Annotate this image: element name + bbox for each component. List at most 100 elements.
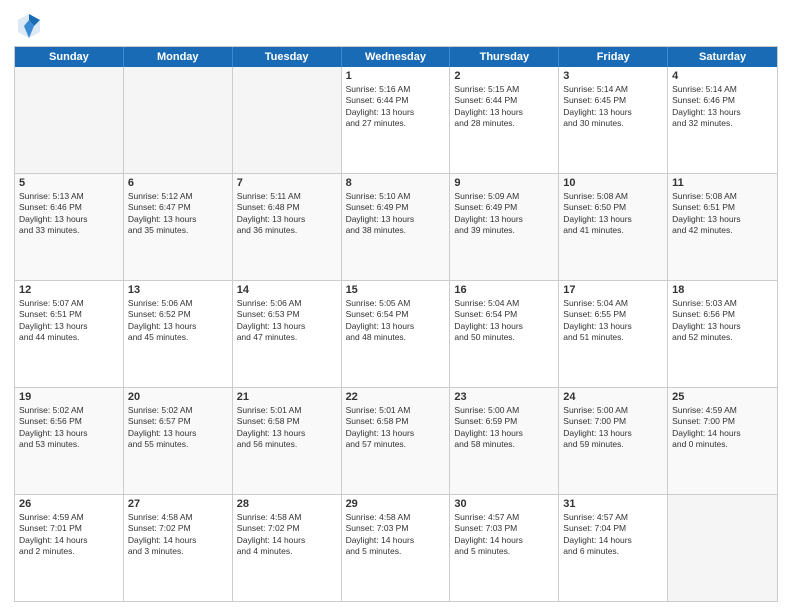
day-number: 28 xyxy=(237,498,337,510)
day-number: 18 xyxy=(672,284,773,296)
day-number: 12 xyxy=(19,284,119,296)
day-number: 24 xyxy=(563,391,663,403)
cell-info: Sunrise: 5:07 AM Sunset: 6:51 PM Dayligh… xyxy=(19,298,119,344)
header-day-monday: Monday xyxy=(124,47,233,67)
cell-day-12: 12 Sunrise: 5:07 AM Sunset: 6:51 PM Dayli… xyxy=(15,281,124,387)
cell-day-15: 15 Sunrise: 5:05 AM Sunset: 6:54 PM Dayli… xyxy=(342,281,451,387)
cell-day-3: 3 Sunrise: 5:14 AM Sunset: 6:45 PM Daylig… xyxy=(559,67,668,173)
day-number: 4 xyxy=(672,70,773,82)
logo-icon xyxy=(14,10,44,40)
cell-info: Sunrise: 5:10 AM Sunset: 6:49 PM Dayligh… xyxy=(346,191,446,237)
day-number: 23 xyxy=(454,391,554,403)
cell-day-31: 31 Sunrise: 4:57 AM Sunset: 7:04 PM Dayli… xyxy=(559,495,668,601)
cell-day-25: 25Sunrise: 4:59 AM Sunset: 7:00 PM Dayli… xyxy=(668,388,777,494)
cell-info: Sunrise: 4:59 AM Sunset: 7:01 PM Dayligh… xyxy=(19,512,119,558)
cell-empty xyxy=(124,67,233,173)
cell-day-8: 8 Sunrise: 5:10 AM Sunset: 6:49 PM Daylig… xyxy=(342,174,451,280)
calendar-row-2: 12 Sunrise: 5:07 AM Sunset: 6:51 PM Dayli… xyxy=(15,281,777,388)
cell-empty xyxy=(668,495,777,601)
logo xyxy=(14,10,48,40)
header-day-tuesday: Tuesday xyxy=(233,47,342,67)
cell-day-18: 18Sunrise: 5:03 AM Sunset: 6:56 PM Dayli… xyxy=(668,281,777,387)
day-number: 30 xyxy=(454,498,554,510)
cell-day-27: 27 Sunrise: 4:58 AM Sunset: 7:02 PM Dayli… xyxy=(124,495,233,601)
day-number: 16 xyxy=(454,284,554,296)
day-number: 17 xyxy=(563,284,663,296)
cell-info: Sunrise: 5:01 AM Sunset: 6:58 PM Dayligh… xyxy=(237,405,337,451)
cell-info: Sunrise: 5:01 AM Sunset: 6:58 PM Dayligh… xyxy=(346,405,446,451)
header-day-thursday: Thursday xyxy=(450,47,559,67)
day-number: 26 xyxy=(19,498,119,510)
day-number: 3 xyxy=(563,70,663,82)
day-number: 8 xyxy=(346,177,446,189)
page: SundayMondayTuesdayWednesdayThursdayFrid… xyxy=(0,0,792,612)
cell-day-10: 10Sunrise: 5:08 AM Sunset: 6:50 PM Dayli… xyxy=(559,174,668,280)
cell-day-19: 19 Sunrise: 5:02 AM Sunset: 6:56 PM Dayli… xyxy=(15,388,124,494)
calendar-row-0: 1Sunrise: 5:16 AM Sunset: 6:44 PM Daylig… xyxy=(15,67,777,174)
calendar-body: 1Sunrise: 5:16 AM Sunset: 6:44 PM Daylig… xyxy=(15,67,777,601)
cell-empty xyxy=(233,67,342,173)
cell-info: Sunrise: 4:58 AM Sunset: 7:02 PM Dayligh… xyxy=(128,512,228,558)
cell-day-1: 1Sunrise: 5:16 AM Sunset: 6:44 PM Daylig… xyxy=(342,67,451,173)
day-number: 19 xyxy=(19,391,119,403)
day-number: 27 xyxy=(128,498,228,510)
cell-day-28: 28 Sunrise: 4:58 AM Sunset: 7:02 PM Dayli… xyxy=(233,495,342,601)
cell-day-5: 5Sunrise: 5:13 AM Sunset: 6:46 PM Daylig… xyxy=(15,174,124,280)
cell-info: Sunrise: 5:04 AM Sunset: 6:54 PM Dayligh… xyxy=(454,298,554,344)
header-day-sunday: Sunday xyxy=(15,47,124,67)
cell-info: Sunrise: 5:13 AM Sunset: 6:46 PM Dayligh… xyxy=(19,191,119,237)
calendar-header: SundayMondayTuesdayWednesdayThursdayFrid… xyxy=(15,47,777,67)
cell-day-13: 13 Sunrise: 5:06 AM Sunset: 6:52 PM Dayli… xyxy=(124,281,233,387)
cell-day-16: 16 Sunrise: 5:04 AM Sunset: 6:54 PM Dayli… xyxy=(450,281,559,387)
cell-day-24: 24 Sunrise: 5:00 AM Sunset: 7:00 PM Dayli… xyxy=(559,388,668,494)
day-number: 13 xyxy=(128,284,228,296)
header-day-friday: Friday xyxy=(559,47,668,67)
cell-info: Sunrise: 5:00 AM Sunset: 6:59 PM Dayligh… xyxy=(454,405,554,451)
cell-day-30: 30Sunrise: 4:57 AM Sunset: 7:03 PM Dayli… xyxy=(450,495,559,601)
cell-info: Sunrise: 5:14 AM Sunset: 6:45 PM Dayligh… xyxy=(563,84,663,130)
cell-info: Sunrise: 5:02 AM Sunset: 6:56 PM Dayligh… xyxy=(19,405,119,451)
cell-day-21: 21 Sunrise: 5:01 AM Sunset: 6:58 PM Dayli… xyxy=(233,388,342,494)
day-number: 29 xyxy=(346,498,446,510)
cell-info: Sunrise: 5:14 AM Sunset: 6:46 PM Dayligh… xyxy=(672,84,773,130)
day-number: 21 xyxy=(237,391,337,403)
cell-day-11: 11 Sunrise: 5:08 AM Sunset: 6:51 PM Dayli… xyxy=(668,174,777,280)
cell-info: Sunrise: 5:12 AM Sunset: 6:47 PM Dayligh… xyxy=(128,191,228,237)
day-number: 14 xyxy=(237,284,337,296)
day-number: 6 xyxy=(128,177,228,189)
cell-info: Sunrise: 5:04 AM Sunset: 6:55 PM Dayligh… xyxy=(563,298,663,344)
header-day-saturday: Saturday xyxy=(668,47,777,67)
cell-info: Sunrise: 5:06 AM Sunset: 6:52 PM Dayligh… xyxy=(128,298,228,344)
cell-info: Sunrise: 4:57 AM Sunset: 7:04 PM Dayligh… xyxy=(563,512,663,558)
calendar-row-4: 26 Sunrise: 4:59 AM Sunset: 7:01 PM Dayli… xyxy=(15,495,777,601)
cell-day-22: 22Sunrise: 5:01 AM Sunset: 6:58 PM Dayli… xyxy=(342,388,451,494)
cell-info: Sunrise: 5:11 AM Sunset: 6:48 PM Dayligh… xyxy=(237,191,337,237)
day-number: 31 xyxy=(563,498,663,510)
cell-day-6: 6 Sunrise: 5:12 AM Sunset: 6:47 PM Daylig… xyxy=(124,174,233,280)
cell-info: Sunrise: 5:02 AM Sunset: 6:57 PM Dayligh… xyxy=(128,405,228,451)
day-number: 25 xyxy=(672,391,773,403)
day-number: 10 xyxy=(563,177,663,189)
cell-day-29: 29 Sunrise: 4:58 AM Sunset: 7:03 PM Dayli… xyxy=(342,495,451,601)
cell-info: Sunrise: 4:58 AM Sunset: 7:02 PM Dayligh… xyxy=(237,512,337,558)
day-number: 9 xyxy=(454,177,554,189)
calendar: SundayMondayTuesdayWednesdayThursdayFrid… xyxy=(14,46,778,602)
cell-day-9: 9 Sunrise: 5:09 AM Sunset: 6:49 PM Daylig… xyxy=(450,174,559,280)
cell-info: Sunrise: 5:05 AM Sunset: 6:54 PM Dayligh… xyxy=(346,298,446,344)
cell-info: Sunrise: 5:15 AM Sunset: 6:44 PM Dayligh… xyxy=(454,84,554,130)
cell-day-26: 26 Sunrise: 4:59 AM Sunset: 7:01 PM Dayli… xyxy=(15,495,124,601)
header xyxy=(14,10,778,40)
cell-info: Sunrise: 5:00 AM Sunset: 7:00 PM Dayligh… xyxy=(563,405,663,451)
cell-info: Sunrise: 5:08 AM Sunset: 6:51 PM Dayligh… xyxy=(672,191,773,237)
cell-info: Sunrise: 5:09 AM Sunset: 6:49 PM Dayligh… xyxy=(454,191,554,237)
day-number: 15 xyxy=(346,284,446,296)
cell-day-7: 7Sunrise: 5:11 AM Sunset: 6:48 PM Daylig… xyxy=(233,174,342,280)
cell-day-14: 14Sunrise: 5:06 AM Sunset: 6:53 PM Dayli… xyxy=(233,281,342,387)
cell-day-20: 20 Sunrise: 5:02 AM Sunset: 6:57 PM Dayli… xyxy=(124,388,233,494)
day-number: 20 xyxy=(128,391,228,403)
cell-info: Sunrise: 4:58 AM Sunset: 7:03 PM Dayligh… xyxy=(346,512,446,558)
day-number: 1 xyxy=(346,70,446,82)
cell-day-4: 4 Sunrise: 5:14 AM Sunset: 6:46 PM Daylig… xyxy=(668,67,777,173)
day-number: 11 xyxy=(672,177,773,189)
calendar-row-1: 5Sunrise: 5:13 AM Sunset: 6:46 PM Daylig… xyxy=(15,174,777,281)
